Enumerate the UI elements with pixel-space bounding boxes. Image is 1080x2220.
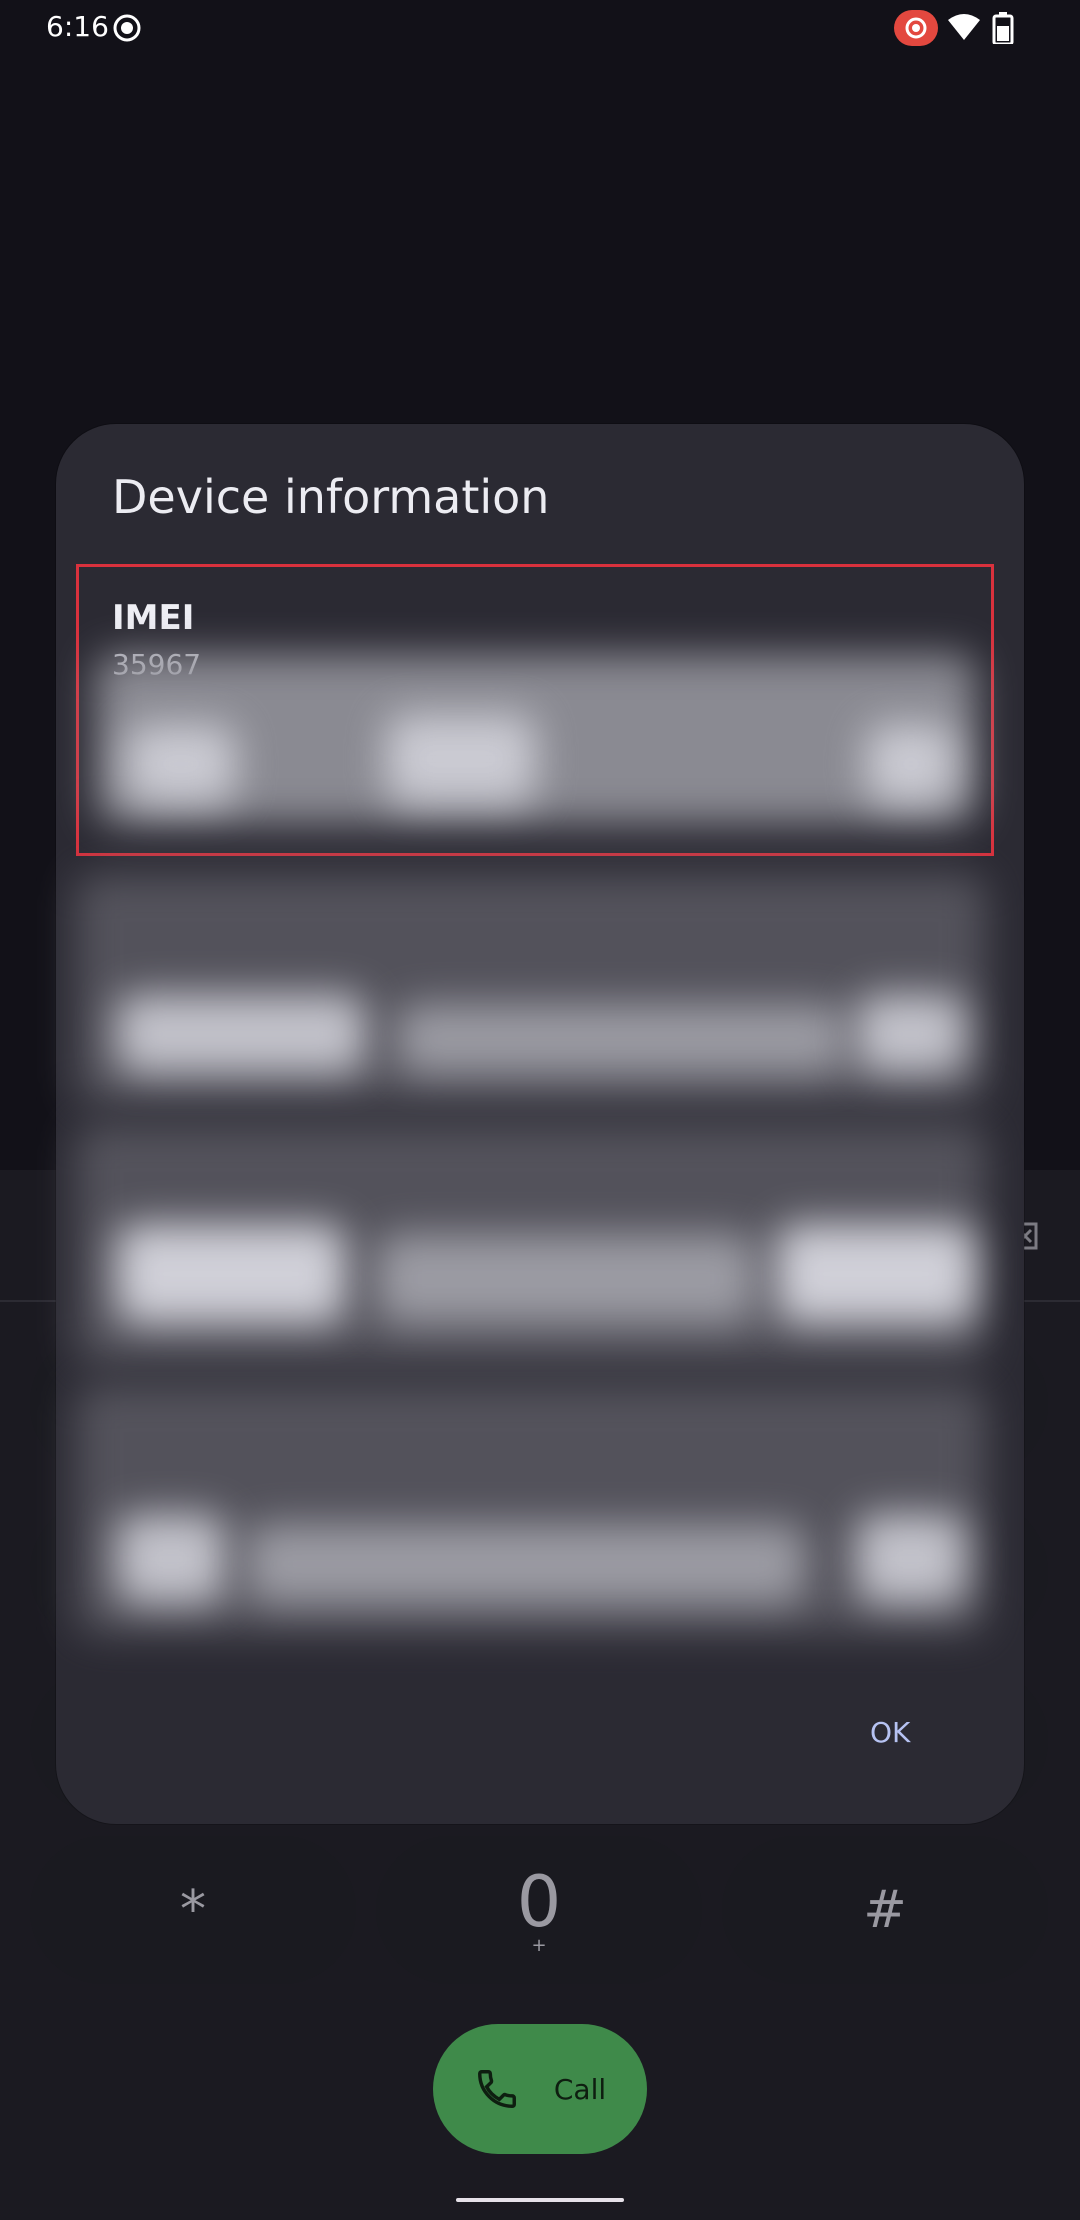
home-indicator[interactable] [456, 2198, 624, 2202]
status-time: 6:16 [46, 10, 109, 43]
battery-icon [992, 12, 1014, 44]
dial-key-zero-sub: + [531, 1934, 547, 1956]
dial-key-zero-label: 0 [516, 1860, 562, 1943]
redacted-blob [116, 1514, 226, 1604]
phone-icon [477, 2070, 516, 2108]
call-button-label: Call [553, 2072, 607, 2106]
dialog-title: Device information [112, 470, 550, 524]
wifi-icon [948, 14, 980, 40]
redacted-blob [386, 714, 536, 804]
redacted-blob [246, 1524, 806, 1604]
redacted-blob [376, 1234, 756, 1324]
dial-key-hash-label: # [863, 1880, 907, 1940]
redacted-blob [126, 724, 236, 804]
redacted-blob [866, 724, 956, 804]
dial-key-star[interactable]: * [30, 1836, 356, 1984]
redacted-blob [116, 1224, 346, 1324]
dial-key-zero[interactable]: 0 + [376, 1836, 702, 1984]
device-information-dialog: Device information IMEI 35967 OK [56, 424, 1024, 1824]
screen-record-icon [113, 14, 141, 42]
redacted-blob [776, 1224, 976, 1324]
dial-key-hash[interactable]: # [722, 1836, 1048, 1984]
cast-icon [894, 10, 938, 46]
call-button[interactable]: Call [433, 2024, 647, 2154]
redacted-blob [856, 994, 966, 1074]
redacted-blob [396, 1004, 846, 1074]
redacted-blob [116, 994, 366, 1074]
ok-button[interactable]: OK [870, 1716, 910, 1749]
dial-key-star-label: * [180, 1880, 206, 1940]
imei-label: IMEI [112, 598, 195, 638]
redacted-blob [856, 1514, 966, 1604]
status-bar: 6:16 [0, 0, 1080, 56]
